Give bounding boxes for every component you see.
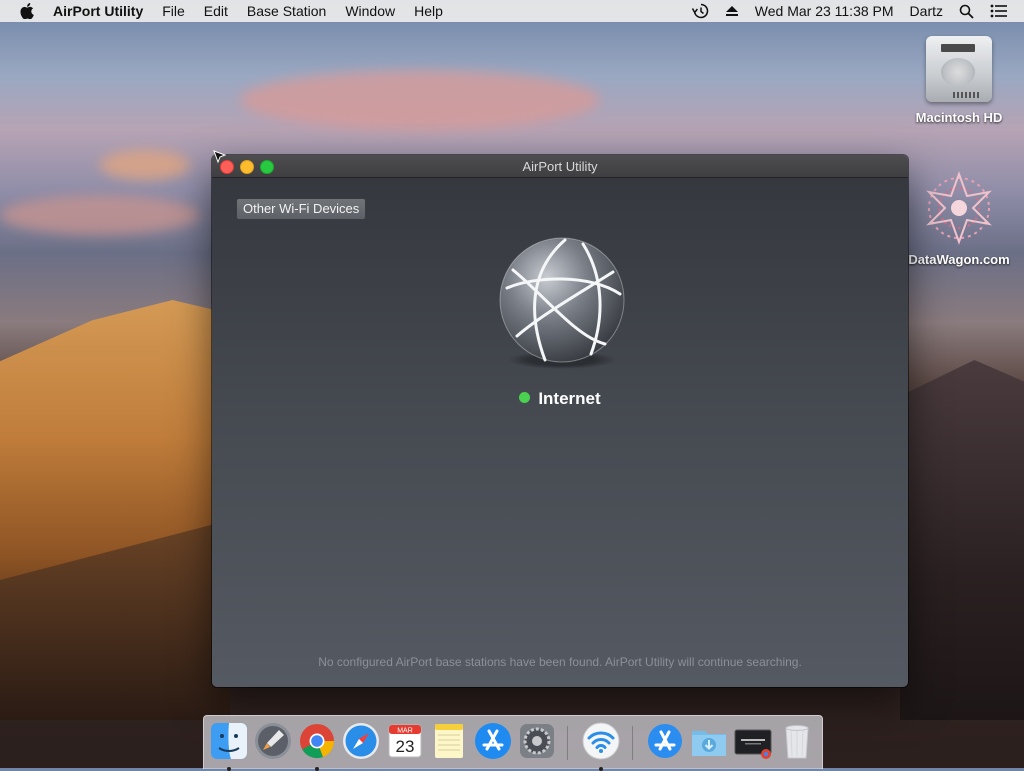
hard-drive-icon <box>923 32 995 104</box>
downloads-folder-icon[interactable] <box>689 721 729 761</box>
launchpad-icon[interactable] <box>253 721 293 761</box>
finder-icon[interactable] <box>209 721 249 771</box>
airport-utility-icon[interactable] <box>581 721 621 771</box>
calendar-day: 23 <box>396 737 415 756</box>
airport-utility-window: AirPort Utility Other Wi-Fi Devices Inte… <box>212 155 908 687</box>
dock-separator <box>632 726 633 760</box>
wallpaper-cloud <box>100 150 190 180</box>
internet-status-indicator <box>519 392 531 403</box>
dock: MAR 23 <box>203 715 823 771</box>
chrome-window-thumbnail-icon[interactable] <box>733 721 773 761</box>
notes-icon[interactable] <box>429 721 469 761</box>
menu-extras: Wed Mar 23 11:38 PM Dartz <box>691 0 1024 22</box>
trash-icon[interactable] <box>777 721 817 761</box>
desktop-icon-datawagon[interactable]: DataWagon.com <box>904 168 1014 267</box>
internet-status[interactable]: Internet <box>212 389 908 409</box>
time-machine-icon[interactable] <box>691 3 709 19</box>
mouse-cursor-icon <box>213 150 227 169</box>
desktop-icon-macintosh-hd[interactable]: Macintosh HD <box>904 32 1014 125</box>
window-zoom-button[interactable] <box>260 160 274 174</box>
chrome-icon[interactable] <box>297 721 337 771</box>
menu-app-name[interactable]: AirPort Utility <box>53 3 143 19</box>
calendar-month: MAR <box>397 728 413 735</box>
wallpaper-cloud <box>240 70 600 130</box>
wallpaper-dune-right <box>900 360 1024 720</box>
window-content: Other Wi-Fi Devices Internet No configur… <box>212 178 908 687</box>
desktop-icon-label: Macintosh HD <box>915 110 1003 125</box>
calendar-icon[interactable]: MAR 23 <box>385 721 425 761</box>
dock-separator <box>567 726 568 760</box>
safari-icon[interactable] <box>341 721 381 761</box>
other-wifi-devices-button[interactable]: Other Wi-Fi Devices <box>236 198 367 220</box>
apple-logo-icon[interactable] <box>19 3 35 19</box>
window-title: AirPort Utility <box>522 158 598 174</box>
window-minimize-button[interactable] <box>240 160 254 174</box>
applications-folder-icon[interactable] <box>645 721 685 761</box>
eject-icon[interactable] <box>725 4 739 18</box>
menu-bar: AirPort Utility File Edit Base Station W… <box>0 0 1024 22</box>
internet-label: Internet <box>538 389 601 408</box>
clock-datetime[interactable]: Wed Mar 23 11:38 PM <box>755 3 894 19</box>
menu-window[interactable]: Window <box>345 3 395 19</box>
datawagon-icon <box>919 168 999 248</box>
spotlight-search-icon[interactable] <box>959 4 974 19</box>
user-name[interactable]: Dartz <box>910 3 943 19</box>
menu-help[interactable]: Help <box>414 3 443 19</box>
system-preferences-icon[interactable] <box>517 721 557 761</box>
menu-file[interactable]: File <box>162 3 185 19</box>
internet-globe-icon[interactable] <box>495 236 629 370</box>
notification-center-icon[interactable] <box>990 4 1008 18</box>
window-titlebar[interactable]: AirPort Utility <box>212 155 908 178</box>
menu-edit[interactable]: Edit <box>204 3 228 19</box>
app-store-icon[interactable] <box>473 721 513 761</box>
wallpaper-cloud <box>0 195 200 235</box>
desktop-icon-label: DataWagon.com <box>908 252 1010 267</box>
search-status-message: No configured AirPort base stations have… <box>318 655 802 669</box>
menu-base-station[interactable]: Base Station <box>247 3 326 19</box>
